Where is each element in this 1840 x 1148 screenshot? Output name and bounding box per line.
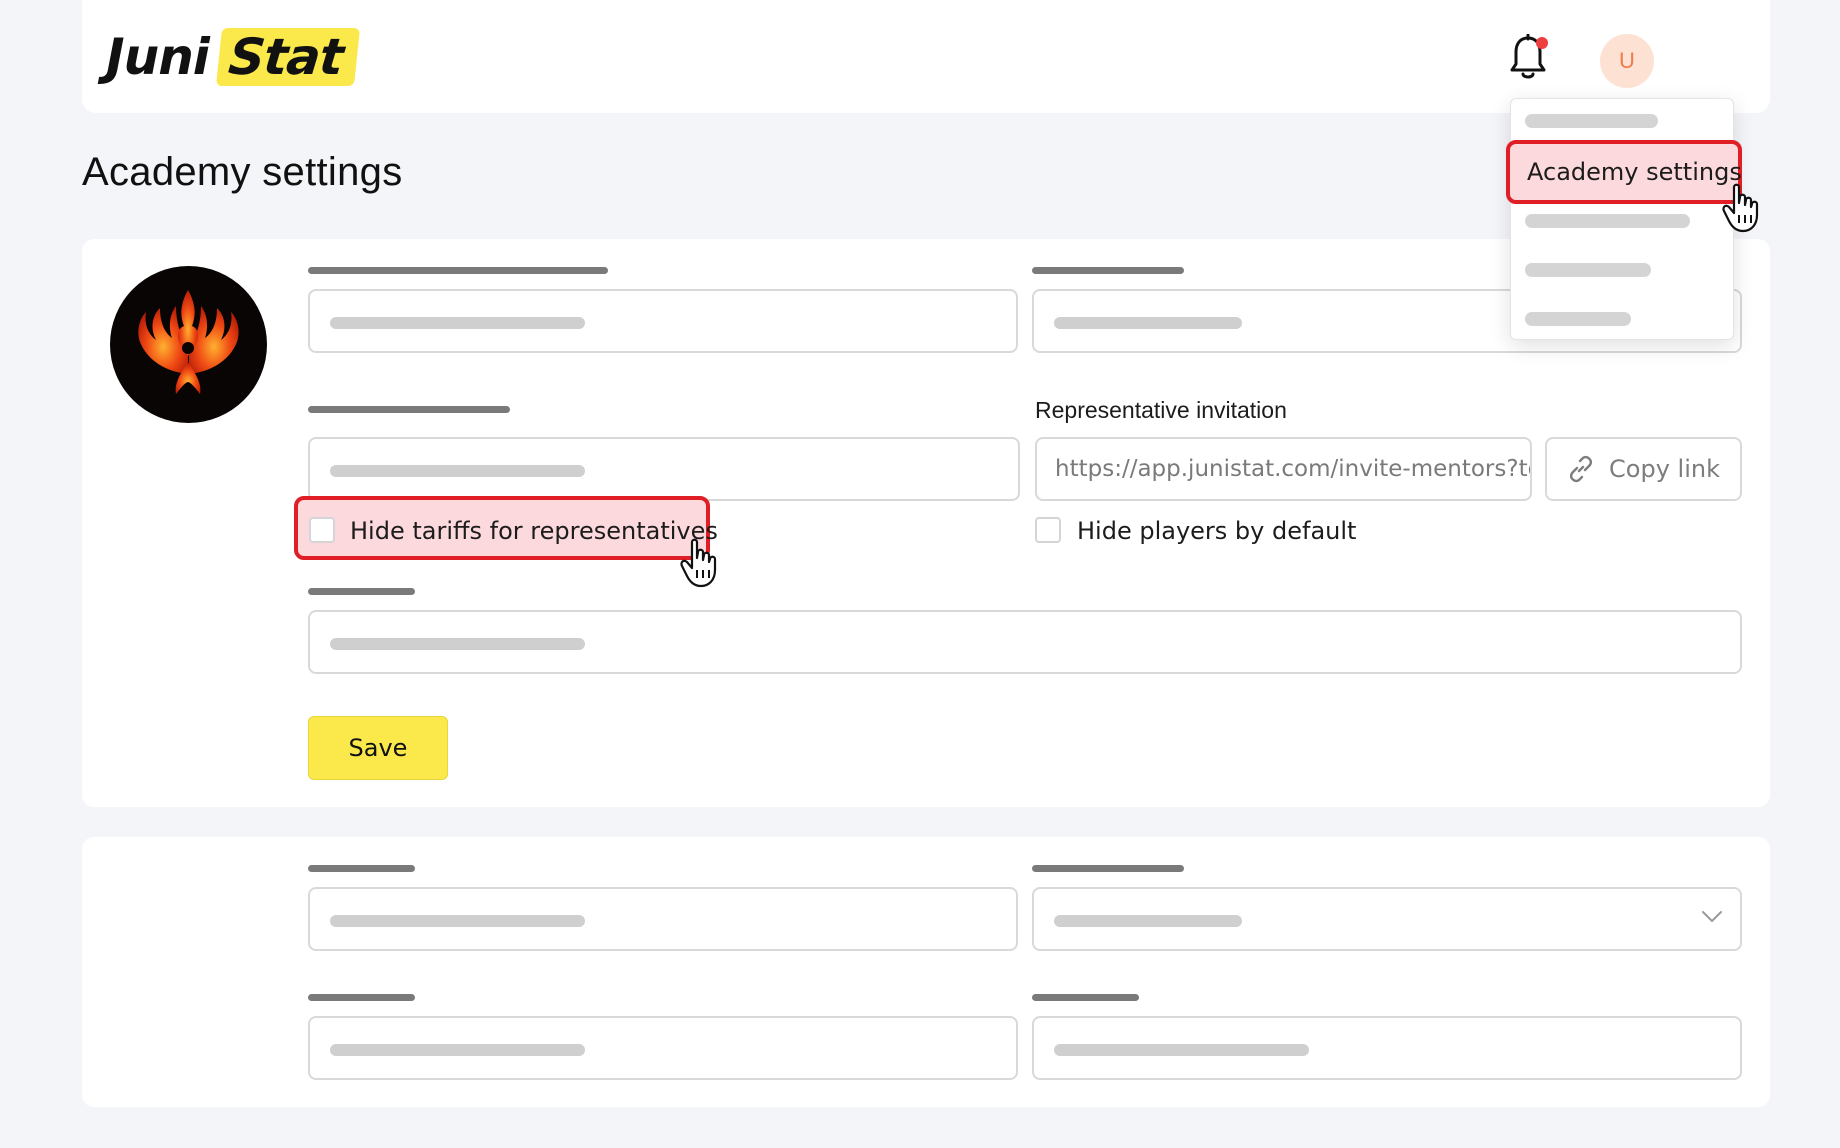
logo-text-stat: Stat bbox=[215, 28, 360, 86]
field-value-placeholder bbox=[1054, 915, 1242, 927]
menu-item-placeholder[interactable] bbox=[1525, 114, 1658, 128]
field-label-placeholder bbox=[308, 267, 608, 274]
field-value-placeholder bbox=[1054, 317, 1242, 329]
phoenix-emblem-icon bbox=[138, 290, 239, 394]
copy-link-button[interactable]: Copy link bbox=[1545, 437, 1742, 501]
text-field-6[interactable] bbox=[308, 1016, 1018, 1080]
field-label-placeholder bbox=[1032, 267, 1184, 274]
user-dropdown-menu bbox=[1510, 98, 1734, 340]
text-field-1[interactable] bbox=[308, 289, 1018, 353]
junistat-logo[interactable]: Juni Stat bbox=[106, 28, 360, 86]
academy-logo[interactable] bbox=[110, 266, 267, 423]
representative-invitation-label: Representative invitation bbox=[1035, 397, 1287, 423]
hide-players-label[interactable]: Hide players by default bbox=[1077, 517, 1356, 545]
user-avatar[interactable]: U bbox=[1600, 34, 1654, 88]
select-field[interactable] bbox=[1032, 887, 1742, 951]
logo-text-juni: Juni bbox=[106, 28, 210, 86]
field-value-placeholder bbox=[330, 465, 585, 477]
field-label-placeholder bbox=[308, 406, 510, 413]
field-value-placeholder bbox=[1054, 1044, 1309, 1056]
copy-link-label: Copy link bbox=[1609, 455, 1720, 483]
menu-item-academy-settings[interactable]: Academy settings bbox=[1506, 140, 1742, 204]
menu-item-placeholder[interactable] bbox=[1525, 214, 1690, 228]
link-icon bbox=[1569, 455, 1593, 483]
text-field-5[interactable] bbox=[308, 887, 1018, 951]
field-label-placeholder bbox=[308, 588, 415, 595]
text-field-7[interactable] bbox=[1032, 1016, 1742, 1080]
menu-item-placeholder[interactable] bbox=[1525, 263, 1651, 277]
menu-item-placeholder[interactable] bbox=[1525, 312, 1631, 326]
field-value-placeholder bbox=[330, 638, 585, 650]
chevron-down-icon[interactable] bbox=[1701, 910, 1723, 924]
notification-dot bbox=[1536, 37, 1548, 49]
save-button[interactable]: Save bbox=[308, 716, 448, 780]
field-label-placeholder bbox=[308, 994, 415, 1001]
hand-cursor-icon bbox=[1722, 183, 1759, 233]
hide-tariffs-label[interactable]: Hide tariffs for representatives bbox=[350, 517, 718, 545]
hide-tariffs-checkbox[interactable] bbox=[309, 517, 335, 543]
hand-cursor-icon bbox=[680, 538, 717, 588]
invitation-link-field[interactable]: https://app.junistat.com/invite-mentors?… bbox=[1035, 437, 1532, 501]
field-value-placeholder bbox=[330, 317, 585, 329]
field-value-placeholder bbox=[330, 1044, 585, 1056]
field-label-placeholder bbox=[1032, 865, 1184, 872]
field-value-placeholder bbox=[330, 915, 585, 927]
hide-players-checkbox[interactable] bbox=[1035, 517, 1061, 543]
text-field-4[interactable] bbox=[308, 610, 1742, 674]
field-label-placeholder bbox=[308, 865, 415, 872]
text-field-3[interactable] bbox=[308, 437, 1020, 501]
field-label-placeholder bbox=[1032, 994, 1139, 1001]
page-title: Academy settings bbox=[82, 150, 403, 194]
